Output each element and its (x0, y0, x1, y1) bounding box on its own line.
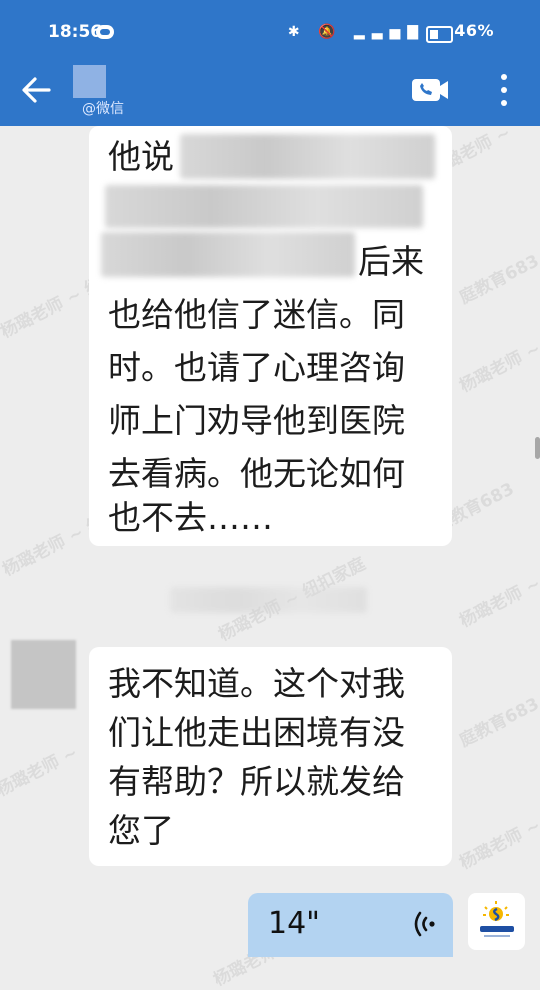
message-text: 们让他走出困境有没 (108, 713, 405, 752)
source-label: @微信 (82, 101, 124, 117)
voice-message-bubble[interactable]: 14" (248, 893, 453, 957)
watermark-text: 杨璐老师 ~ (456, 338, 540, 397)
wechat-notification-icon (96, 25, 114, 39)
message-text: 您了 (108, 811, 174, 850)
message-text: 师上门劝导他到医院 (108, 401, 405, 440)
redacted-text (105, 185, 423, 228)
watermark-text: 杨璐老师 ~ (456, 815, 540, 874)
message-text: 他说 (108, 137, 174, 176)
battery-level: 46% (454, 21, 494, 40)
message-text: 也不去…… (108, 498, 273, 537)
redacted-text (101, 232, 355, 277)
voice-wave-icon (414, 911, 435, 937)
back-arrow-icon[interactable] (18, 72, 54, 108)
battery-icon (426, 26, 453, 43)
message-text: 也给他信了迷信。同 (108, 295, 405, 334)
voice-duration: 14" (268, 906, 320, 941)
message-bubble[interactable]: 我不知道。这个对我 们让他走出困境有没 有帮助？所以就发给 您了 (89, 647, 452, 866)
my-avatar[interactable] (468, 893, 525, 950)
message-text: 后来 (358, 242, 424, 281)
watermark-text: 杨璐老师 ~ (456, 573, 540, 632)
sun-logo-icon (480, 901, 514, 937)
contact-avatar[interactable] (73, 65, 106, 98)
redacted-timestamp (170, 587, 367, 613)
message-text: 有帮助？所以就发给 (108, 762, 405, 801)
scrollbar[interactable] (535, 437, 540, 459)
status-icons: ✱ 🔕 ▂▃▅▇ (287, 24, 425, 40)
watermark-text: 杨璐老师 ~ (0, 742, 82, 801)
status-time: 18:56 (48, 22, 103, 42)
message-text: 我不知道。这个对我 (108, 664, 405, 703)
redacted-text (180, 134, 435, 179)
chat-header: 18:56 ✱ 🔕 ▂▃▅▇ 46% @微信 (0, 0, 540, 126)
message-text: 时。也请了心理咨询 (108, 348, 405, 387)
watermark-text: 庭教育683 (456, 251, 540, 309)
message-bubble[interactable]: 他说 后来 也给他信了迷信。同 时。也请了心理咨询 师上门劝导他到医院 去看病。… (89, 126, 452, 546)
watermark-text: 庭教育683 (456, 694, 540, 752)
video-call-icon[interactable] (411, 78, 449, 102)
more-vertical-icon[interactable] (498, 72, 510, 108)
sender-avatar[interactable] (11, 640, 76, 709)
